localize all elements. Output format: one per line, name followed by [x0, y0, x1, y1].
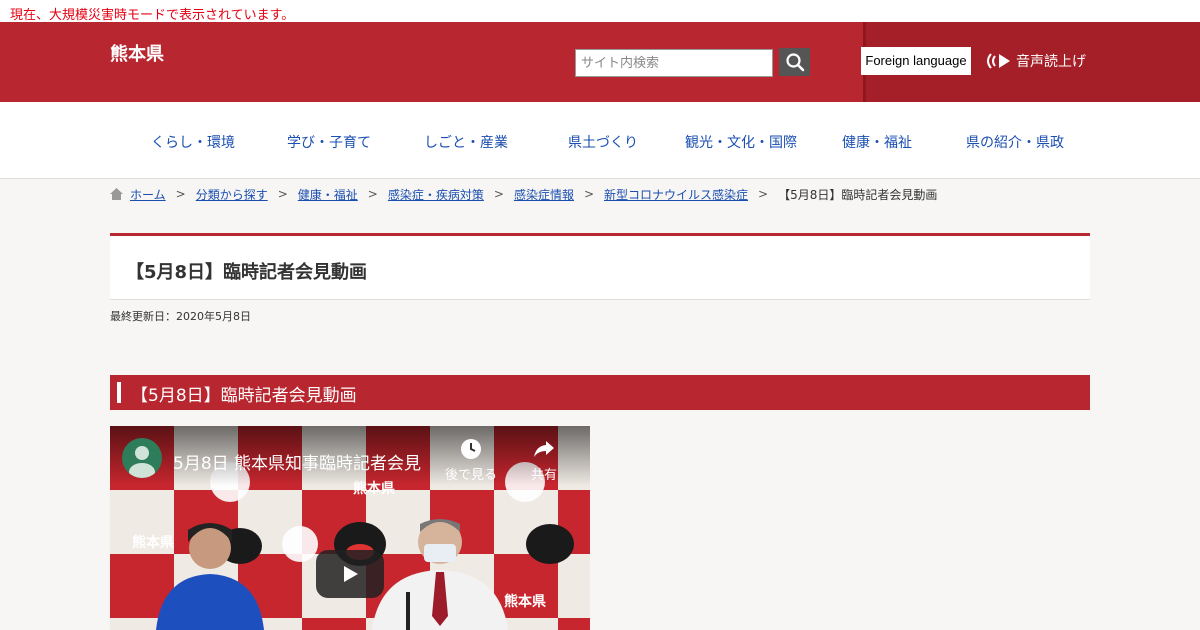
- share-label: 共有: [530, 468, 557, 483]
- nav-item-infrastructure[interactable]: 県土づくり: [568, 132, 638, 152]
- section-heading: 【5月8日】臨時記者会見動画: [110, 375, 1090, 410]
- last-updated: 最終更新日：2020年5月8日: [110, 310, 251, 323]
- breadcrumb-separator: >: [758, 187, 769, 201]
- share-button[interactable]: 共有: [522, 438, 566, 483]
- breadcrumb-category[interactable]: 分類から探す: [196, 186, 268, 203]
- breadcrumb-separator: >: [493, 187, 504, 201]
- share-icon: [534, 441, 554, 457]
- nav-item-work[interactable]: しごと・産業: [424, 132, 508, 152]
- breadcrumb-current: 【5月8日】臨時記者会見動画: [778, 187, 938, 202]
- site-title[interactable]: 熊本県: [110, 40, 164, 66]
- breadcrumb-separator: >: [583, 187, 595, 201]
- voice-reader-label: 音声読上げ: [1016, 54, 1086, 70]
- page-title-box: 【5月8日】臨時記者会見動画: [110, 233, 1090, 300]
- disaster-mode-text: 現在、大規模災害時モードで表示されています。: [10, 8, 295, 23]
- play-button[interactable]: [316, 550, 384, 598]
- disaster-mode-notice: 現在、大規模災害時モードで表示されています。: [0, 0, 1200, 23]
- breadcrumb-separator: >: [367, 187, 378, 201]
- play-icon: [344, 566, 358, 582]
- breadcrumb-infection-info[interactable]: 感染症情報: [514, 186, 574, 203]
- breadcrumb-covid[interactable]: 新型コロナウイルス感染症: [604, 186, 748, 203]
- global-nav: くらし・環境 学び・子育て しごと・産業 県土づくり 観光・文化・国際 健康・福…: [0, 102, 1200, 179]
- backdrop-logo-text: 熊本県: [504, 594, 546, 610]
- section-heading-bar: [117, 382, 121, 403]
- clock-icon: [461, 439, 481, 459]
- nav-item-health[interactable]: 健康・福祉: [842, 132, 912, 152]
- search-icon: [785, 53, 804, 72]
- nav-item-education[interactable]: 学び・子育て: [287, 132, 371, 152]
- backdrop-logo-text: 熊本県: [132, 535, 174, 551]
- search-button[interactable]: [779, 48, 810, 76]
- site-header: 熊本県 Foreign language 音声読上げ: [0, 22, 1200, 102]
- page-title: 【5月8日】臨時記者会見動画: [126, 262, 368, 283]
- breadcrumb-separator: >: [175, 187, 186, 201]
- nav-item-tourism[interactable]: 観光・文化・国際: [685, 132, 797, 152]
- channel-avatar[interactable]: [122, 438, 162, 478]
- watch-later-button[interactable]: 後で見る: [442, 438, 500, 483]
- foreign-language-button[interactable]: Foreign language: [861, 47, 971, 75]
- avatar-icon: [129, 446, 155, 478]
- search-input[interactable]: [575, 49, 773, 77]
- home-icon: [110, 188, 123, 200]
- video-title[interactable]: 5月8日 熊本県知事臨時記者会見: [173, 449, 421, 474]
- breadcrumb-infectious-disease[interactable]: 感染症・疾病対策: [388, 186, 484, 203]
- section-heading-text: 【5月8日】臨時記者会見動画: [131, 386, 357, 406]
- voice-reader-button[interactable]: 音声読上げ: [982, 51, 1086, 71]
- nav-item-prefecture[interactable]: 県の紹介・県政: [966, 132, 1064, 152]
- video-player[interactable]: 熊本県 熊本県 熊本県 5月8日 熊本県知事臨時記者会見 後で見る 共有: [110, 426, 590, 630]
- breadcrumb: ホーム > 分類から探す > 健康・福祉 > 感染症・疾病対策 > 感染症情報 …: [110, 186, 937, 202]
- breadcrumb-home[interactable]: ホーム: [130, 186, 166, 203]
- breadcrumb-health[interactable]: 健康・福祉: [298, 186, 358, 203]
- speaker-icon: [987, 53, 1010, 69]
- nav-item-living[interactable]: くらし・環境: [151, 132, 235, 152]
- watch-later-label: 後で見る: [444, 468, 497, 483]
- breadcrumb-separator: >: [277, 187, 288, 201]
